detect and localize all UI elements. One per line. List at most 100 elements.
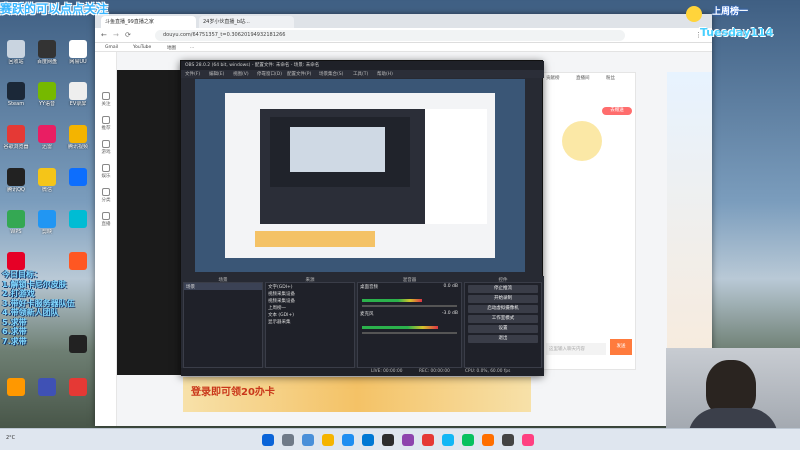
controls-dock: 控件 停止推流 开始录制 启动虚拟摄像机 工作室模式 设置 退出 [464,278,542,368]
browser-tab[interactable]: 斗鱼直播_99直播之家 [101,16,196,28]
nav-item-game[interactable]: 游戏 [98,140,114,155]
start-recording-button[interactable]: 开始录制 [468,295,538,303]
address-bar-row: ← → ⟳ douyu.com/64751357_t=0.30620194932… [95,28,712,43]
tab-fans[interactable]: 粉丝 [606,75,615,81]
url-input[interactable]: douyu.com/64751357_t=0.30620194932181266 [155,30,625,41]
menu-profile[interactable]: 配置文件(P) [287,71,311,77]
wechat-taskbar-icon[interactable] [462,434,474,446]
browser-tab[interactable]: 24岁小伙直播_b站... [199,16,294,28]
search-icon[interactable] [282,434,294,446]
scene-item[interactable]: 场景 [184,283,262,290]
bookmarks-bar: Gmail YouTube 地图 ... [95,43,712,52]
task-view-icon[interactable] [302,434,314,446]
source-item[interactable]: 视频采集设备 [266,297,354,304]
desktop-icon-uu[interactable]: 网易UU [64,40,92,65]
rec-timer: REC: 00:00:00 [419,369,450,374]
virtual-camera-button[interactable]: 启动虚拟摄像机 [468,305,538,313]
tab-room[interactable]: 直播间 [576,75,590,81]
source-item[interactable]: 视频采集设备 [266,290,354,297]
gift-button[interactable]: 去赠送 [602,107,632,115]
scenes-dock: 场景 场景 [183,278,263,368]
menu-scene-collection[interactable]: 场景集合(S) [319,71,343,77]
volume-meter [362,299,422,302]
settings-button[interactable]: 设置 [468,325,538,333]
mixer-dock: 混音器 桌面音频 0.0 dB 麦克风 -3.0 dB [357,278,462,368]
desktop-icon-yy[interactable]: YY语音 [33,82,61,107]
source-item[interactable]: 上周榜一 [266,304,354,311]
left-nav: 关注 推荐 游戏 娱乐 分类 直播 [95,52,117,426]
desktop-icon-qq[interactable]: 腾讯QQ [2,168,30,193]
desktop-icon-generic[interactable] [64,378,92,397]
desktop-icon-ev-recorder[interactable]: EV录屏 [64,82,92,107]
app-icon[interactable] [502,434,514,446]
volume-slider[interactable] [362,332,457,334]
tab-contribution[interactable]: 贡献榜 [546,75,560,81]
bookmark-maps[interactable]: 地图 [167,45,176,51]
chat-input[interactable]: 这里输入聊天内容 [546,343,606,355]
promo-banner[interactable]: 登录即可领20办卡 [183,377,531,412]
preview-recursive-screenshot [195,79,525,272]
source-item[interactable]: 显示器采集 [266,318,354,325]
menu-tools[interactable]: 工具(T) [353,71,368,77]
desktop-icon-generic[interactable] [33,378,61,397]
qq-taskbar-icon[interactable] [442,434,454,446]
bookmark-youtube[interactable]: YouTube [133,45,151,50]
desktop-icon-baidu-pan[interactable]: 百度网盘 [33,40,61,65]
bookmark-gmail[interactable]: Gmail [105,45,118,50]
source-item[interactable]: 文字(GDI+) [266,283,354,290]
sources-dock: 来源 文字(GDI+) 视频采集设备 视频采集设备 上周榜一 文本 (GDI+)… [265,278,355,368]
rule-line: 7.求带 [2,336,27,346]
mixer-channel-name: 桌面音频 [360,285,378,290]
menu-file[interactable]: 文件(F) [185,71,200,77]
obs-preview-canvas[interactable] [195,79,525,272]
desktop-icon-recycle-bin[interactable]: 回收站 [2,40,30,65]
edge-icon[interactable] [342,434,354,446]
nav-item-category[interactable]: 分类 [98,188,114,203]
mixer-channel: 桌面音频 0.0 dB [358,283,461,290]
menu-help[interactable]: 帮助(H) [377,71,393,77]
menu-view[interactable]: 视图(V) [233,71,249,77]
bookmark-more[interactable]: ... [190,45,194,50]
desktop-icon-generic[interactable] [64,210,92,229]
desktop-icon-wechat[interactable]: 微信 [33,168,61,193]
desktop-icon-chrome[interactable]: 谷歌浏览器 [2,125,30,150]
menu-edit[interactable]: 编辑(E) [209,71,224,77]
app-icon[interactable] [482,434,494,446]
desktop-icon-jianying[interactable]: 剪映 [33,210,61,235]
desktop-icon-generic[interactable] [64,168,92,187]
back-icon[interactable]: ← [101,31,107,39]
nav-item-recommend[interactable]: 推荐 [98,116,114,131]
desktop-icon-steam[interactable]: Steam [2,82,30,107]
menu-dock[interactable]: 停靠窗口(D) [257,71,282,77]
cpu-status: CPU: 0.0%, 60.00 fps [465,369,511,374]
stop-streaming-button[interactable]: 停止推流 [468,285,538,293]
desktop-icon-wps[interactable]: WPS [2,210,30,235]
app-icon[interactable] [402,434,414,446]
desktop-icon-generic[interactable] [64,252,92,271]
nav-item-entertainment[interactable]: 娱乐 [98,164,114,179]
rule-line: 5.求带 [2,317,27,327]
store-icon[interactable] [362,434,374,446]
send-button[interactable]: 发送 [610,339,632,355]
source-item[interactable]: 文本 (GDI+) [266,311,354,318]
mixer-channel: 麦克风 -3.0 dB [358,310,461,317]
tab-bar: 斗鱼直播_99直播之家 24岁小伙直播_b站... [95,14,712,28]
desktop-icon-xunlei[interactable]: 迅雷 [33,125,61,150]
weather-temp: 2°C [6,435,16,441]
exit-button[interactable]: 退出 [468,335,538,343]
desktop-icon-tencent-video[interactable]: 腾讯视频 [64,125,92,150]
reload-icon[interactable]: ⟳ [125,31,131,39]
volume-slider[interactable] [362,305,457,307]
nav-item-live[interactable]: 直播 [98,212,114,227]
rule-line: 1.解锁卡尼尔皮肤 [2,279,67,289]
file-explorer-icon[interactable] [322,434,334,446]
start-icon[interactable] [262,434,274,446]
app-icon[interactable] [522,434,534,446]
live-timer: LIVE: 00:00:00 [371,369,403,374]
desktop-icon-generic[interactable] [2,378,30,397]
obs-taskbar-icon[interactable] [382,434,394,446]
forward-icon[interactable]: → [113,31,119,39]
studio-mode-button[interactable]: 工作室模式 [468,315,538,323]
nav-item-follow[interactable]: 关注 [98,92,114,107]
chrome-taskbar-icon[interactable] [422,434,434,446]
